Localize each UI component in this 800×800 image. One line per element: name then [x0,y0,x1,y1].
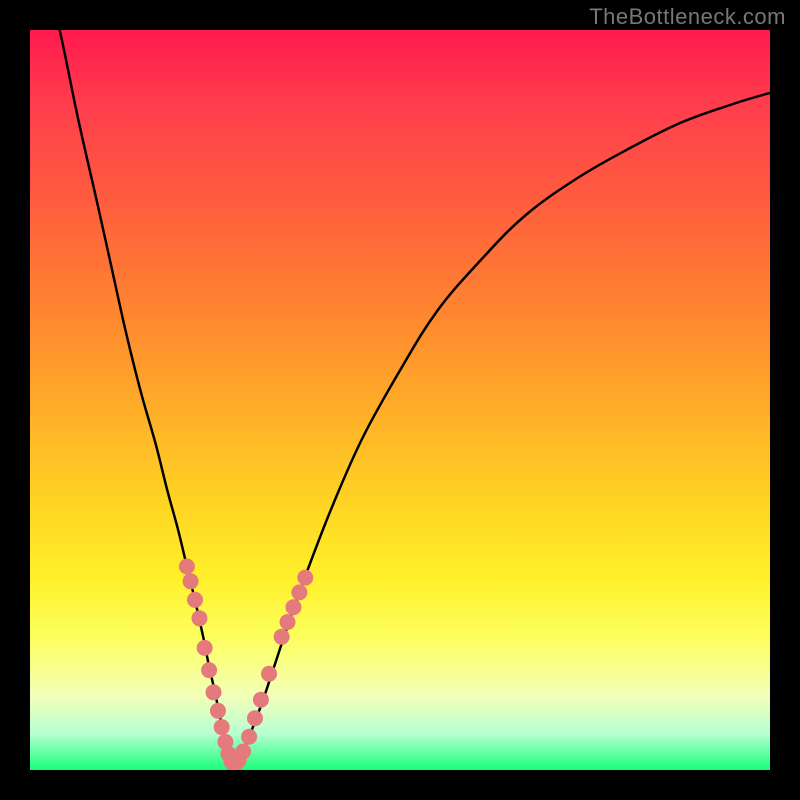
chart-svg [30,30,770,770]
marker-dot [179,559,195,575]
marker-dot [280,614,296,630]
marker-dot [291,584,307,600]
marker-dot [274,629,290,645]
marker-dot [241,729,257,745]
marker-dot [187,592,203,608]
marker-dot [253,692,269,708]
marker-dot [191,610,207,626]
marker-dot [183,573,199,589]
curve-right-branch [234,88,771,766]
outer-frame: TheBottleneck.com [0,0,800,800]
marker-dot [210,703,226,719]
marker-dot [247,710,263,726]
marker-dot [285,599,301,615]
plot-area [30,30,770,770]
marker-dot [201,662,217,678]
marker-dot [197,640,213,656]
marker-dot [297,570,313,586]
marker-group [179,559,313,771]
marker-dot [214,719,230,735]
curve-left-branch [50,30,234,766]
watermark-text: TheBottleneck.com [589,4,786,30]
marker-dot [261,666,277,682]
marker-dot [235,744,251,760]
marker-dot [206,684,222,700]
curve-group [50,30,770,766]
